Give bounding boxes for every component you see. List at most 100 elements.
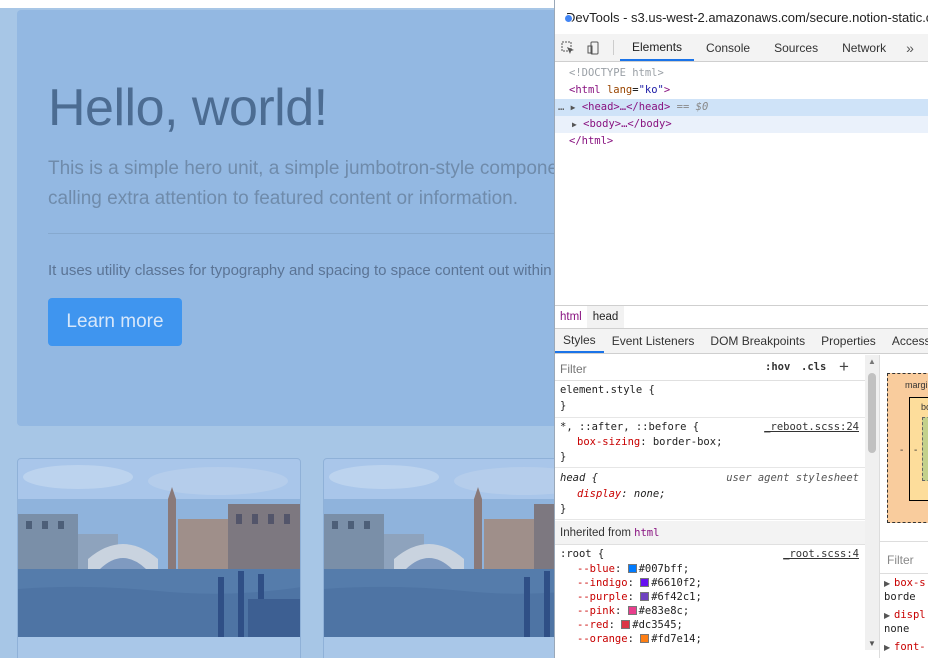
inspect-element-icon[interactable]: [555, 34, 581, 61]
devtools-window: DevTools - s3.us-west-2.amazonaws.com/se…: [554, 0, 928, 658]
property-value[interactable]: #e83e8c: [639, 605, 683, 617]
head-element: <head>…</head>: [581, 101, 671, 113]
new-rule-button[interactable]: +: [839, 357, 849, 377]
property-value[interactable]: : none;: [621, 488, 665, 500]
expand-triangle-icon[interactable]: ▶: [884, 611, 890, 620]
expand-triangle-icon[interactable]: ▶: [884, 579, 890, 588]
css-variable-row[interactable]: --indigo: #6610f2;: [577, 577, 702, 589]
rule-selector[interactable]: :root {: [560, 548, 604, 560]
semicolon: ;: [682, 563, 690, 575]
computed-filter-input[interactable]: Filter: [887, 553, 914, 567]
css-variable-row[interactable]: --blue: #007bff;: [577, 563, 689, 575]
rule-selector[interactable]: element.style {: [560, 384, 655, 396]
border-label: border: [921, 402, 928, 412]
tab-console[interactable]: Console: [694, 34, 762, 61]
tab-styles[interactable]: Styles: [555, 329, 604, 353]
card-1[interactable]: [17, 458, 301, 658]
property-value[interactable]: : border-box;: [640, 436, 722, 448]
property-name[interactable]: --indigo: [577, 577, 628, 589]
colon: :: [627, 633, 641, 645]
device-toolbar-icon[interactable]: [581, 34, 607, 61]
rule-source-link[interactable]: _reboot.scss:24: [764, 421, 859, 433]
dom-html-open[interactable]: <html lang="ko">: [555, 82, 928, 99]
color-swatch-icon[interactable]: [627, 606, 637, 615]
css-variable-row[interactable]: --pink: #e83e8c;: [577, 605, 689, 617]
rule-source-link[interactable]: _root.scss:4: [783, 548, 859, 560]
border-left-value: -: [914, 445, 918, 456]
css-variable-row[interactable]: --red: #dc3545;: [577, 619, 683, 631]
property-name[interactable]: --blue: [577, 563, 615, 575]
property-value[interactable]: #fd7e14: [651, 633, 695, 645]
property-value[interactable]: #dc3545: [632, 619, 676, 631]
expand-triangle-icon[interactable]: ▶: [571, 103, 576, 112]
property-name[interactable]: box-sizing: [577, 436, 640, 448]
breadcrumb: html head: [555, 305, 928, 329]
color-swatch-icon[interactable]: [621, 620, 631, 629]
semicolon: ;: [682, 605, 690, 617]
inherited-from-link[interactable]: html: [634, 527, 659, 539]
inherited-label: Inherited from: [560, 526, 631, 539]
computed-prop-name[interactable]: font-: [894, 641, 926, 653]
selected-marker: == $0: [676, 101, 709, 113]
cls-toggle[interactable]: .cls: [801, 361, 826, 373]
rule-head: head { user agent stylesheet display: no…: [555, 468, 865, 520]
color-swatch-icon[interactable]: [640, 592, 650, 601]
expand-triangle-icon[interactable]: ▶: [884, 643, 890, 652]
scroll-down-icon[interactable]: ▼: [868, 639, 876, 648]
css-variable-row[interactable]: --purple: #6f42c1;: [577, 591, 702, 603]
card-2[interactable]: [323, 458, 556, 658]
hov-toggle[interactable]: :hov: [765, 361, 790, 373]
semicolon: ;: [676, 619, 683, 631]
scroll-up-icon[interactable]: ▲: [868, 357, 876, 366]
computed-prop-value: borde: [884, 591, 916, 603]
doctype-text: <!DOCTYPE html>: [569, 67, 664, 79]
color-swatch-icon[interactable]: [627, 564, 637, 573]
elements-panel: <!DOCTYPE html> <html lang="ko"> … ▶ <he…: [555, 63, 928, 305]
dom-html-close[interactable]: </html>: [555, 133, 928, 150]
dom-body[interactable]: ▶ <body>…</body>: [555, 116, 928, 133]
more-tabs-icon[interactable]: »: [898, 34, 922, 61]
styles-scrollbar[interactable]: ▲ ▼: [865, 355, 879, 650]
toolbar-separator: [613, 40, 614, 55]
property-value[interactable]: #6610f2: [651, 577, 695, 589]
property-name[interactable]: --purple: [577, 591, 628, 603]
computed-prop-name[interactable]: box-s: [894, 577, 926, 589]
property-name[interactable]: display: [577, 488, 621, 500]
color-swatch-icon[interactable]: [640, 634, 650, 643]
rule-root: :root { _root.scss:4 --blue: #007bff; --i…: [555, 545, 865, 658]
ellipsis-icon[interactable]: …: [555, 101, 564, 113]
tab-event-listeners[interactable]: Event Listeners: [604, 329, 703, 353]
semicolon: ;: [695, 633, 702, 645]
property-value[interactable]: #007bff: [639, 563, 683, 575]
rule-selector[interactable]: head {: [560, 472, 598, 484]
colon: :: [627, 577, 641, 589]
computed-prop-name[interactable]: displ: [894, 609, 926, 621]
dom-head-selected[interactable]: … ▶ <head>…</head> == $0: [555, 99, 928, 116]
scrollbar-thumb[interactable]: [868, 373, 876, 453]
expand-triangle-icon[interactable]: ▶: [555, 120, 577, 129]
box-model-padding[interactable]: [922, 417, 928, 481]
property-name[interactable]: --pink: [577, 605, 615, 617]
attr-value: "ko": [638, 84, 664, 96]
tab-elements[interactable]: Elements: [620, 34, 695, 61]
dom-doctype[interactable]: <!DOCTYPE html>: [555, 65, 928, 82]
css-variable-row[interactable]: --orange: #fd7e14;: [577, 633, 702, 645]
styles-filter-input[interactable]: [560, 361, 745, 377]
body-element: <body>…</body>: [583, 118, 672, 130]
breadcrumb-head[interactable]: head: [586, 306, 625, 328]
property-value[interactable]: #6f42c1: [651, 591, 695, 603]
tab-properties[interactable]: Properties: [813, 329, 884, 353]
color-swatch-icon[interactable]: [640, 578, 650, 587]
learn-more-button[interactable]: Learn more: [48, 298, 182, 346]
rule-selector[interactable]: *, ::after, ::before {: [560, 421, 699, 433]
styles-filter-row: :hov .cls +: [555, 355, 865, 381]
tab-accessibility[interactable]: Accessibility: [884, 329, 928, 353]
tab-sources[interactable]: Sources: [762, 34, 830, 61]
hero-text: It uses utility classes for typography a…: [48, 262, 556, 279]
tab-dom-breakpoints[interactable]: DOM Breakpoints: [702, 329, 813, 353]
property-name[interactable]: --orange: [577, 633, 628, 645]
tab-network[interactable]: Network: [830, 34, 898, 61]
property-name[interactable]: --red: [577, 619, 609, 631]
hero-lead: This is a simple hero unit, a simple jum…: [48, 158, 556, 209]
breadcrumb-html[interactable]: html: [555, 311, 587, 323]
